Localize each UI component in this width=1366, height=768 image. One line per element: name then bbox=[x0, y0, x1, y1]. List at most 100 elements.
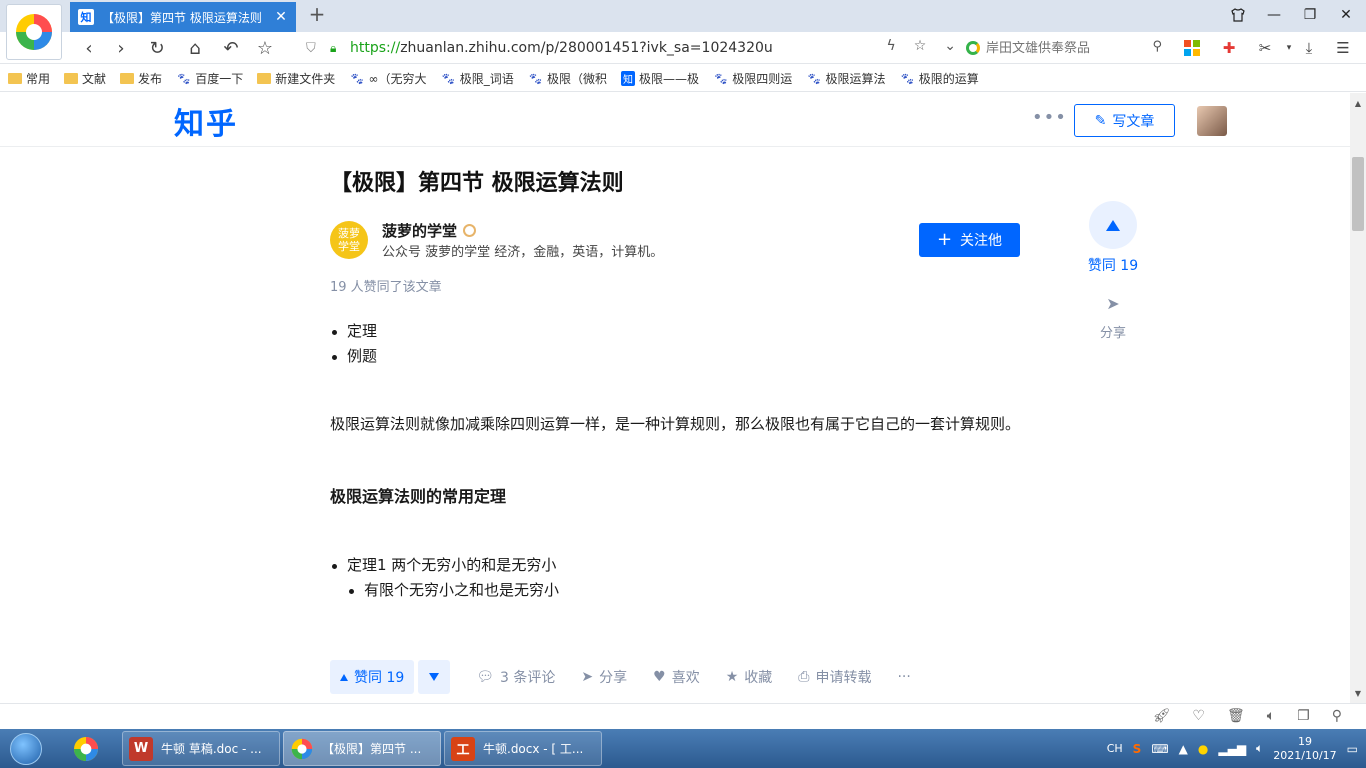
url-text[interactable]: https://zhuanlan.zhihu.com/p/280001451?i… bbox=[350, 40, 773, 56]
bookmark-label: 新建文件夹 bbox=[275, 72, 336, 86]
tray-expand-icon[interactable]: ▲ bbox=[1179, 742, 1188, 756]
author-name-row[interactable]: 菠萝的学堂 bbox=[382, 220, 477, 241]
section-heading: 极限运算法则的常用定理 bbox=[330, 487, 507, 506]
speaker-icon[interactable]: 🔈︎ bbox=[1256, 741, 1263, 756]
bookmark-item[interactable]: 🐾︎ 极限_词语 bbox=[441, 70, 514, 87]
favorite-star-icon[interactable]: ☆ bbox=[252, 36, 278, 60]
apps-grid-icon[interactable] bbox=[1181, 38, 1203, 58]
keyboard-icon[interactable]: ⌨ bbox=[1151, 742, 1168, 756]
tray-app-icon[interactable]: ● bbox=[1198, 742, 1208, 756]
favorite-button[interactable]: ★ 收藏 bbox=[726, 667, 773, 687]
lock-icon[interactable]: 🔒︎ bbox=[330, 41, 346, 56]
author-avatar[interactable]: 菠萝学堂 bbox=[330, 221, 368, 259]
scissors-icon[interactable]: ✂ bbox=[1254, 38, 1276, 58]
address-bar[interactable]: ⛉ 🔒︎ https://zhuanlan.zhihu.com/p/280001… bbox=[296, 34, 956, 62]
zhihu-logo[interactable]: 知乎 bbox=[174, 99, 238, 143]
user-avatar[interactable] bbox=[1197, 106, 1227, 136]
bookmark-item[interactable]: 🐾︎ ∞（无穷大 bbox=[349, 70, 426, 87]
taskbar-item-word-draft[interactable]: W 牛顿 草稿.doc - ... bbox=[122, 731, 280, 766]
side-share-label[interactable]: 分享 bbox=[1090, 322, 1136, 341]
share-icon[interactable]: ➤ bbox=[1103, 294, 1123, 314]
maximize-button[interactable]: ❐ bbox=[1292, 0, 1328, 30]
author-name[interactable]: 菠萝的学堂 bbox=[382, 220, 457, 241]
search-engine-icon[interactable] bbox=[966, 41, 980, 55]
start-button[interactable] bbox=[2, 729, 50, 768]
scroll-up-icon[interactable]: ▲ bbox=[1350, 97, 1366, 111]
shirt-skin-icon[interactable] bbox=[1220, 0, 1256, 30]
shield-icon[interactable]: ⛉ bbox=[306, 41, 324, 56]
bookmark-item[interactable]: 🐾︎ 极限运算法 bbox=[806, 70, 885, 87]
edit-icon: ✎ bbox=[1094, 112, 1107, 129]
chevron-down-icon[interactable]: ⌄ bbox=[944, 38, 956, 54]
navigation-bar: ‹ › ↻ ⌂ ↶ ☆ ⛉ 🔒︎ https://zhuanlan.zhihu.… bbox=[0, 32, 1366, 64]
scroll-down-icon[interactable]: ▼ bbox=[1350, 687, 1366, 701]
bookmark-item[interactable]: 🐾︎ 极限四则运 bbox=[713, 70, 792, 87]
forward-icon[interactable]: › bbox=[108, 36, 134, 60]
side-upvote-button[interactable] bbox=[1089, 201, 1137, 249]
back-icon[interactable]: ‹ bbox=[76, 36, 102, 60]
lightning-icon[interactable]: ϟ bbox=[886, 38, 895, 54]
clock[interactable]: 19 2021/10/17 bbox=[1273, 735, 1336, 763]
bookmark-item[interactable]: 发布 bbox=[120, 70, 162, 87]
action-center-icon[interactable]: ▭ bbox=[1347, 742, 1358, 756]
bookmark-label: 百度一下 bbox=[195, 72, 244, 86]
heart-outline-icon[interactable]: ♡ bbox=[1192, 708, 1205, 724]
tab-close-icon[interactable]: ✕ bbox=[274, 9, 288, 25]
new-tab-button[interactable]: + bbox=[306, 4, 328, 26]
search-input[interactable] bbox=[986, 40, 1146, 56]
list-item: 例题 bbox=[330, 344, 1030, 369]
downvote-button[interactable] bbox=[418, 660, 451, 694]
search-box[interactable]: ⚲ bbox=[962, 36, 1168, 60]
menu-icon[interactable]: ☰ bbox=[1332, 38, 1354, 58]
network-icon[interactable]: ▂▄▆ bbox=[1218, 742, 1246, 756]
like-button[interactable]: ♥ 喜欢 bbox=[653, 667, 700, 687]
sogou-ime-icon[interactable]: S bbox=[1133, 742, 1142, 756]
vertical-scrollbar[interactable]: ▲ ▼ bbox=[1350, 93, 1366, 703]
comments-button[interactable]: 💬︎ 3 条评论 bbox=[476, 667, 555, 687]
zoom-icon[interactable]: ⚲ bbox=[1332, 708, 1342, 724]
rocket-icon[interactable]: 🚀︎ bbox=[1153, 708, 1171, 724]
download-icon[interactable]: ⤓ bbox=[1298, 38, 1320, 58]
bookmark-item[interactable]: 🐾︎ 极限（微积 bbox=[528, 70, 607, 87]
paragraph: 极限运算法则就像加减乘除四则运算一样，是一种计算规则，那么极限也有属于它自己的一… bbox=[330, 415, 1021, 433]
bookmark-item[interactable]: 常用 bbox=[8, 70, 50, 87]
volume-icon[interactable]: 🔈︎ bbox=[1267, 708, 1275, 724]
upvoters-count[interactable]: 19 人赞同了该文章 bbox=[330, 276, 442, 295]
bookmark-item[interactable]: 🐾︎ 百度一下 bbox=[176, 70, 243, 87]
folder-icon bbox=[120, 73, 135, 84]
bookmark-item[interactable]: 文献 bbox=[64, 70, 106, 87]
follow-button[interactable]: + 关注他 bbox=[919, 223, 1020, 257]
taskbar-item-browser[interactable]: 【极限】第四节 ... bbox=[283, 731, 441, 766]
upvote-button[interactable]: 赞同 19 bbox=[330, 660, 415, 694]
share-button[interactable]: ➤ 分享 bbox=[581, 667, 627, 687]
write-article-button[interactable]: ✎ 写文章 bbox=[1074, 104, 1175, 137]
more-menu-icon[interactable]: ••• bbox=[1032, 107, 1067, 128]
repost-button[interactable]: ⎙ 申请转载 bbox=[798, 667, 871, 687]
pinned-browser-icon[interactable] bbox=[62, 732, 110, 766]
bookmark-item[interactable]: 🐾︎ 极限的运算 bbox=[900, 70, 979, 87]
undo-close-icon[interactable]: ↶ bbox=[218, 36, 244, 60]
search-icon[interactable]: ⚲ bbox=[1152, 39, 1162, 54]
write-article-label: 写文章 bbox=[1112, 113, 1155, 130]
gamepad-icon[interactable]: ✚ bbox=[1218, 38, 1240, 58]
article-content: 定理 例题 极限运算法则就像加减乘除四则运算一样，是一种计算规则，那么极限也有属… bbox=[330, 319, 1030, 599]
window-icon[interactable]: ❐ bbox=[1297, 708, 1310, 724]
bookmark-label: 文献 bbox=[82, 72, 107, 86]
bookmark-item[interactable]: 知极限——极 bbox=[621, 70, 699, 87]
more-actions-button[interactable]: ··· bbox=[897, 669, 910, 685]
browser-tab-active[interactable]: 知 【极限】第四节 极限运算法则 ✕ bbox=[70, 2, 296, 32]
reload-icon[interactable]: ↻ bbox=[144, 36, 170, 60]
ime-indicator[interactable]: CH bbox=[1107, 742, 1123, 755]
close-window-button[interactable]: ✕ bbox=[1328, 0, 1364, 30]
scroll-thumb[interactable] bbox=[1352, 157, 1364, 231]
scissors-dropdown-icon[interactable]: ▾ bbox=[1278, 38, 1300, 58]
bookmark-item[interactable]: 新建文件夹 bbox=[257, 70, 335, 87]
side-upvote-label[interactable]: 赞同 19 bbox=[1080, 255, 1146, 275]
taskbar-item-word-newton[interactable]: 工 牛顿.docx - [ 工... bbox=[444, 731, 602, 766]
browser-logo-icon[interactable] bbox=[6, 4, 62, 60]
bookmark-star-icon[interactable]: ☆ bbox=[914, 38, 927, 54]
trash-icon[interactable]: 🗑︎ bbox=[1227, 708, 1245, 724]
home-icon[interactable]: ⌂ bbox=[182, 36, 208, 60]
baidu-paw-icon: 🐾︎ bbox=[806, 71, 822, 86]
minimize-button[interactable]: — bbox=[1256, 0, 1292, 30]
